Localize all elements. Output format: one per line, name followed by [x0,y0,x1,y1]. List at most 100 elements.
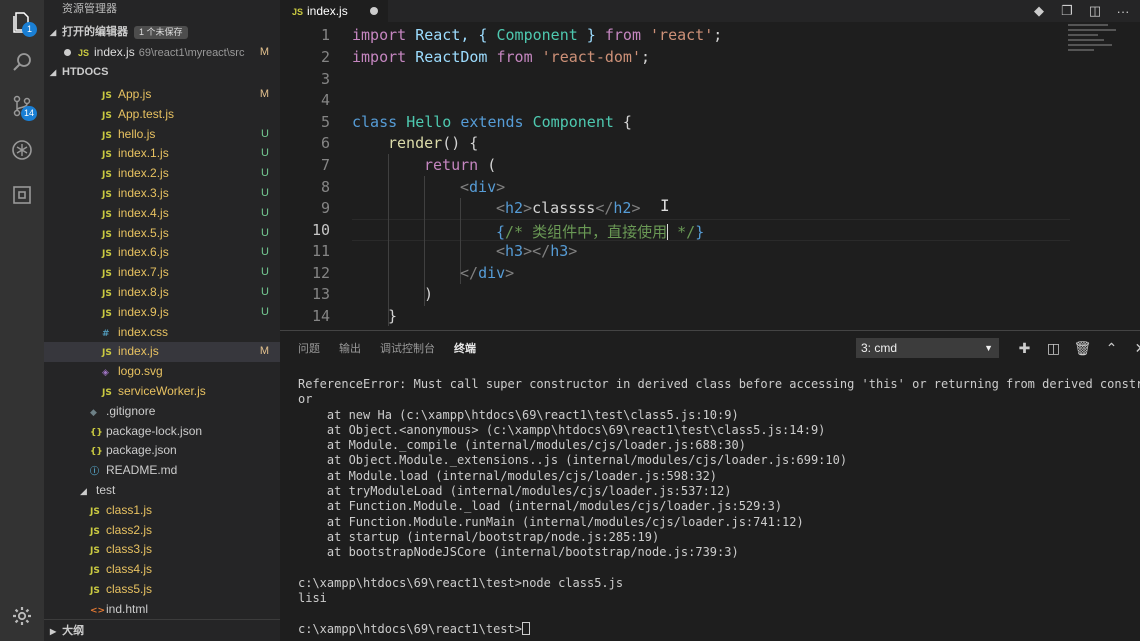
search-icon [13,53,31,71]
unsaved-badge: 1 个未保存 [134,26,188,39]
file-name: package.json [106,443,177,458]
code-line-5: class Hello extends Component { [352,113,632,131]
file-tree-item[interactable]: JS hello.js U [44,125,280,145]
outline-header[interactable]: ▶ 大纲 [44,619,280,641]
chevron-down-icon: ◢ [50,28,57,37]
open-changes-button[interactable]: ◆ [1028,0,1050,22]
file-tree-item[interactable]: {} package.json [44,441,280,461]
file-name: class3.js [106,542,153,557]
chevron-down-icon: ◢ [50,68,57,77]
file-tree-item[interactable]: JS class5.js [44,580,280,600]
file-tree-item[interactable]: ◈ logo.svg [44,362,280,382]
file-tree-item[interactable]: JS index.1.js U [44,144,280,164]
git-status-badge: U [261,167,269,180]
tab-output[interactable]: 输出 [339,340,361,356]
split-terminal-button[interactable]: ◫ [1043,338,1064,358]
explorer-activity-button[interactable]: 1 [0,0,44,44]
file-name: index.3.js [118,185,169,200]
file-name: index.2.js [118,166,169,181]
close-panel-button[interactable]: ✕ [1130,338,1140,358]
file-tree-item[interactable]: JS index.js M [44,342,280,363]
file-tree-item[interactable]: ◢ test [44,481,280,501]
minimap[interactable] [1068,24,1128,64]
file-name: logo.svg [118,364,163,379]
file-tree-item[interactable]: JS index.7.js U [44,263,280,283]
git-status-badge: U [261,206,269,219]
activity-bar: 1 14 [0,0,44,641]
bottom-panel: 问题 输出 调试控制台 终端 3: cmd ▼ ✚ ◫ 🗑 ⌃ ✕ Refere… [280,330,1140,641]
extensions-activity-button[interactable] [0,173,44,217]
file-name: index.5.js [118,225,169,240]
file-name: index.1.js [118,146,169,161]
file-tree-item[interactable]: JS index.4.js U [44,204,280,224]
file-tree-item[interactable]: JS class3.js [44,540,280,560]
file-tree-item[interactable]: JS serviceWorker.js [44,382,280,402]
file-name: index.js [118,344,159,359]
file-tree-item[interactable]: ⓘ README.md [44,461,280,481]
code-line-7: return ( [424,156,497,174]
file-tree-item[interactable]: JS App.js M [44,85,280,105]
more-actions-button[interactable]: ··· [1112,0,1134,22]
line-number: 12 [311,264,330,282]
file-tree-item[interactable]: ◆ .gitignore [44,402,280,422]
tab-index-js[interactable]: JS index.js [280,0,388,22]
panel-actions: ✚ ◫ 🗑 ⌃ ✕ [1014,338,1140,358]
terminal-output[interactable]: ReferenceError: Must call super construc… [298,377,1140,637]
code-editor[interactable]: 1 2 3 4 5 6 7 8 9 10 11 12 13 14 import React, { Comp… [280,24,1140,330]
git-status-badge: M [259,88,269,100]
file-tree-item[interactable]: {} package-lock.json [44,422,280,442]
tab-debug-console[interactable]: 调试控制台 [380,340,435,356]
file-name: class5.js [106,581,153,596]
settings-button[interactable] [0,594,44,638]
file-tree-item[interactable]: JS index.8.js U [44,283,280,303]
file-tree-item[interactable]: JS index.3.js U [44,184,280,204]
file-tree-item[interactable]: JS index.5.js U [44,224,280,244]
split-editor-button[interactable]: ◫ [1084,0,1106,22]
open-editor-status: M [259,46,269,58]
open-preview-button[interactable]: ❐ [1056,0,1078,22]
file-tree-item[interactable]: JS App.test.js [44,105,280,125]
source-control-activity-button[interactable]: 14 [0,84,44,128]
unsaved-dot-icon[interactable] [370,7,378,15]
file-tree-item[interactable]: JS index.2.js U [44,164,280,184]
debug-activity-button[interactable] [0,128,44,172]
terminal-select-value: 3: cmd [861,341,898,355]
search-activity-button[interactable] [0,40,44,84]
code-line-12: </div> [460,264,515,282]
open-editor-item[interactable]: JS index.js 69\react1\myreact\src M [44,42,280,62]
unsaved-dot-icon[interactable] [64,49,71,57]
file-name: index.6.js [118,245,169,260]
git-compare-icon: ◆ [1034,3,1044,18]
file-tree-item[interactable]: JS class4.js [44,560,280,580]
file-tree-item[interactable]: # index.css [44,323,280,343]
chevron-down-icon: ▼ [984,343,993,353]
workspace-folder-header[interactable]: ◢ HTDOCS [44,62,280,82]
file-name: package-lock.json [106,423,203,438]
file-name: index.8.js [118,284,169,299]
tab-problems[interactable]: 问题 [298,340,320,356]
terminal-select[interactable]: 3: cmd ▼ [856,338,999,358]
file-tree-item[interactable]: JS class2.js [44,521,280,541]
git-status-badge: U [261,127,269,140]
terminal-line: at startup (internal/bootstrap/node.js:2… [298,529,660,544]
tab-terminal[interactable]: 终端 [454,340,476,356]
file-tree-item[interactable]: JS class1.js [44,501,280,521]
maximize-panel-button[interactable]: ⌃ [1101,338,1122,358]
file-name: index.7.js [118,265,169,280]
new-terminal-button[interactable]: ✚ [1014,338,1035,358]
mouse-ibeam-cursor: I [660,196,670,215]
editor-actions: ◆ ❐ ◫ ··· [1028,0,1140,22]
file-tree-item[interactable]: JS index.6.js U [44,243,280,263]
git-status-badge: U [261,305,269,318]
terminal-line: c:\xampp\htdocs\69\react1\test>node clas… [298,575,624,590]
file-tree-item[interactable]: JS index.9.js U [44,303,280,323]
kill-terminal-button[interactable]: 🗑 [1072,338,1093,358]
open-editors-header[interactable]: ◢ 打开的编辑器 1 个未保存 [44,22,280,42]
line-number: 11 [311,242,330,260]
open-editor-filename: index.js [94,45,135,59]
file-tree-item[interactable]: <>ind.html [44,600,280,620]
debug-icon [12,140,32,160]
terminal-line: at Object.Module._extensions..js (intern… [298,453,848,468]
